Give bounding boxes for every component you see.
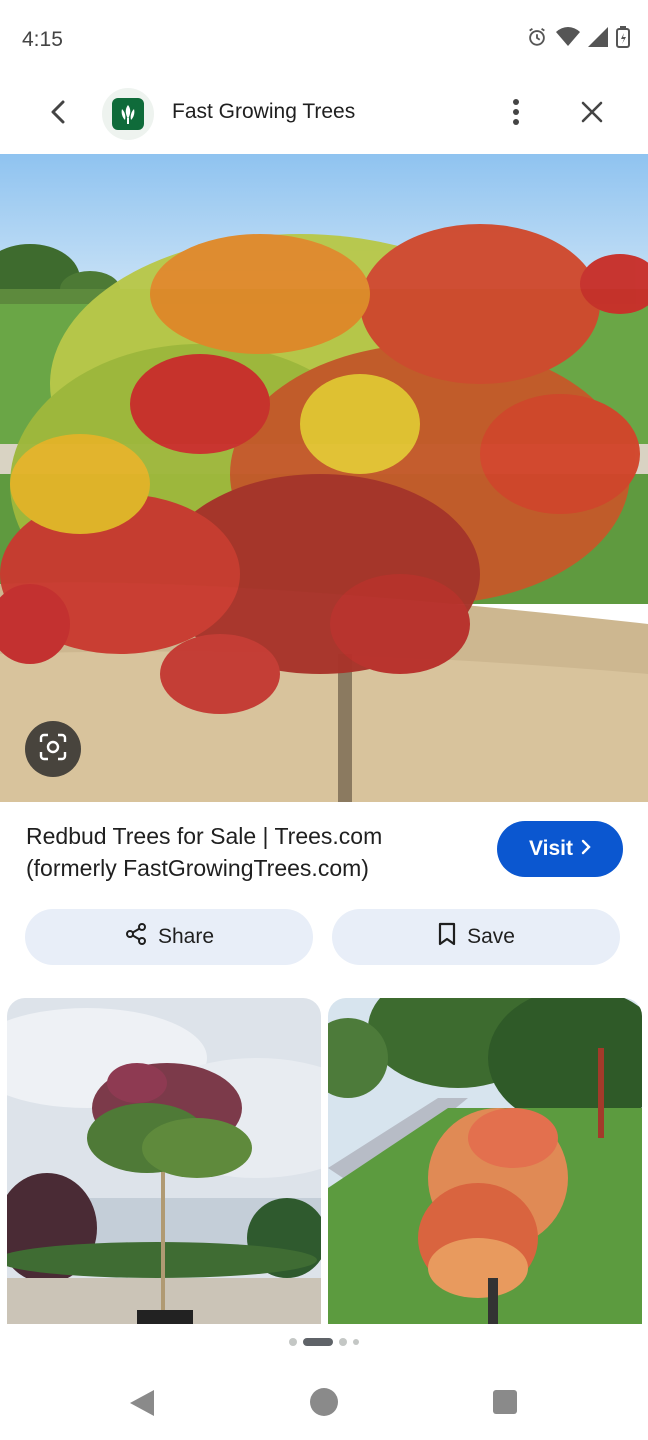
back-button[interactable] [36,92,80,136]
pager-dot[interactable] [339,1338,347,1346]
site-name[interactable]: Fast Growing Trees [172,100,355,124]
status-time: 4:15 [22,28,63,51]
nav-home-button[interactable] [310,1388,338,1416]
visit-label: Visit [529,837,573,860]
result-title[interactable]: Redbud Trees for Sale | Trees.com (forme… [26,820,466,884]
save-label: Save [467,925,515,948]
redbud-tree-photo [0,154,648,802]
wifi-icon [556,26,580,48]
pager-dot[interactable] [353,1339,359,1345]
nav-back-button[interactable] [128,1388,156,1423]
status-bar: 4:15 [0,0,648,80]
tree-logo-icon [112,98,144,130]
more-vertical-icon [512,98,520,131]
share-button[interactable]: Share [25,909,313,965]
related-photo-2 [328,998,642,1324]
battery-icon [616,26,630,48]
share-icon [124,922,148,952]
share-label: Share [157,925,215,948]
pager-dot[interactable] [289,1338,297,1346]
chevron-right-icon [581,837,591,861]
close-button[interactable] [570,92,614,136]
more-options-button[interactable] [496,92,536,136]
bookmark-icon [437,922,457,952]
related-image-redbud-tree-sky[interactable] [7,998,321,1324]
back-arrow-icon [49,100,67,129]
site-logo[interactable] [102,88,154,140]
top-app-bar: Fast Growing Trees [0,80,648,150]
carousel-pager [0,1338,648,1346]
status-icons [526,26,630,48]
save-button[interactable]: Save [332,909,620,965]
main-result-image[interactable] [0,154,648,802]
visit-button[interactable]: Visit [497,821,623,877]
google-lens-button[interactable] [25,721,81,777]
signal-icon [588,27,608,47]
related-photo-1 [7,998,321,1324]
nav-recents-button[interactable] [493,1390,517,1414]
pager-dot-active[interactable] [303,1338,333,1346]
related-image-redbud-tree-roadside[interactable] [328,998,642,1324]
close-icon [580,100,604,129]
google-lens-icon [38,732,68,767]
alarm-icon [526,26,548,48]
system-navigation-bar [0,1360,648,1440]
